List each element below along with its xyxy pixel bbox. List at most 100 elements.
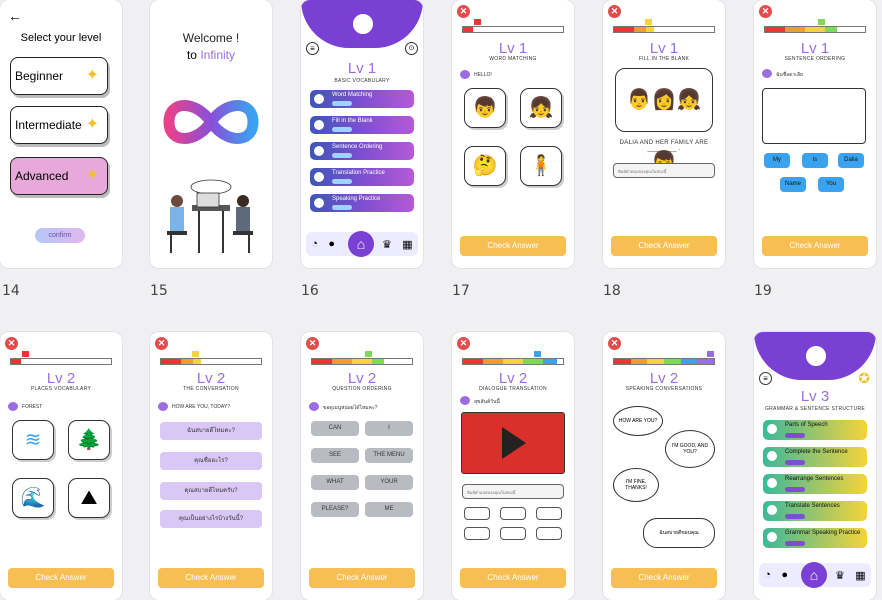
- medal-icon[interactable]: ●: [328, 238, 335, 250]
- lesson-word-matching[interactable]: Word Matching: [310, 90, 414, 108]
- lesson-translate[interactable]: Translate Sentences: [763, 501, 867, 521]
- avatar[interactable]: [351, 12, 375, 36]
- play-button[interactable]: [785, 514, 805, 519]
- avatar[interactable]: [804, 344, 828, 368]
- lesson-fill-blank[interactable]: Fill in the Blank: [310, 116, 414, 134]
- shop-icon[interactable]: ▦: [402, 238, 412, 251]
- word-slot[interactable]: [464, 507, 490, 520]
- lesson-sentence-ordering[interactable]: Sentence Ordering: [310, 142, 414, 160]
- close-icon[interactable]: ✕: [155, 337, 168, 350]
- choice-card[interactable]: ⛰: [68, 478, 110, 518]
- play-button[interactable]: [785, 487, 805, 492]
- answer-option[interactable]: คุณเป็นอย่างไรบ้างวันนี้?: [160, 510, 262, 528]
- translation-input[interactable]: พิมพ์คำแปลของคุณในช่องนี้: [462, 484, 564, 499]
- play-button[interactable]: [785, 541, 805, 546]
- speaker-icon[interactable]: [309, 402, 319, 411]
- answer-input[interactable]: พิมพ์คำตอบของคุณในช่องนี้: [613, 163, 715, 178]
- speaker-icon[interactable]: [8, 402, 18, 411]
- close-icon[interactable]: ✕: [306, 337, 319, 350]
- answer-option[interactable]: ฉันสบายดีไหมคะ?: [160, 422, 262, 440]
- shop-icon[interactable]: ▦: [855, 569, 865, 582]
- choice-card[interactable]: 🤔: [464, 146, 506, 186]
- check-answer-button[interactable]: Check Answer: [460, 236, 566, 256]
- word-chip[interactable]: CAN: [311, 421, 359, 436]
- answer-area[interactable]: [762, 88, 866, 144]
- speaker-icon[interactable]: [460, 70, 470, 79]
- check-answer-button[interactable]: Check Answer: [309, 568, 415, 588]
- word-chip[interactable]: You: [818, 177, 844, 192]
- check-answer-button[interactable]: Check Answer: [158, 568, 264, 588]
- home-icon[interactable]: ⌂: [348, 231, 374, 257]
- check-answer-button[interactable]: Check Answer: [762, 236, 868, 256]
- level-beginner-button[interactable]: Beginner ✦: [10, 57, 108, 95]
- close-icon[interactable]: ✕: [759, 5, 772, 18]
- lesson-translation[interactable]: Translation Practice: [310, 168, 414, 186]
- word-chip[interactable]: Name: [780, 177, 806, 192]
- check-answer-button[interactable]: Check Answer: [611, 568, 717, 588]
- speaker-icon[interactable]: [762, 69, 772, 78]
- choice-card[interactable]: 🌊: [12, 478, 54, 518]
- level-intermediate-button[interactable]: Intermediate ✦: [10, 106, 108, 144]
- word-chip[interactable]: My: [764, 153, 790, 168]
- choice-card[interactable]: 🌲: [68, 420, 110, 460]
- word-chip[interactable]: WHAT: [311, 475, 359, 490]
- word-chip[interactable]: is: [802, 153, 828, 168]
- lesson-grammar-speaking[interactable]: Grammar Speaking Practice: [763, 528, 867, 548]
- close-icon[interactable]: ✕: [457, 337, 470, 350]
- lesson-rearrange[interactable]: Rearrange Sentences: [763, 474, 867, 494]
- chart-icon[interactable]: ◔: [764, 569, 771, 581]
- play-button[interactable]: [332, 179, 352, 184]
- play-button[interactable]: [785, 433, 805, 438]
- back-arrow-icon[interactable]: ←: [8, 8, 22, 24]
- play-button[interactable]: [332, 153, 352, 158]
- answer-option[interactable]: คุณชื่ออะไร?: [160, 452, 262, 470]
- choice-card[interactable]: ≋: [12, 420, 54, 460]
- trophy-icon[interactable]: ♛: [835, 569, 845, 582]
- play-button[interactable]: [332, 205, 352, 210]
- settings-icon[interactable]: ≡: [759, 372, 772, 385]
- word-slot[interactable]: [500, 507, 526, 520]
- word-chip[interactable]: SEE: [311, 448, 359, 463]
- lesson-speaking[interactable]: Speaking Practice: [310, 194, 414, 212]
- word-slot[interactable]: [536, 507, 562, 520]
- word-slot[interactable]: [500, 527, 526, 540]
- cart-icon[interactable]: ⊙: [405, 42, 418, 55]
- close-icon[interactable]: ✕: [457, 5, 470, 18]
- word-chip[interactable]: I: [365, 421, 413, 436]
- video-player[interactable]: [461, 412, 565, 474]
- answer-option[interactable]: คุณสบายดีไหมครับ?: [160, 482, 262, 500]
- word-slot[interactable]: [536, 527, 562, 540]
- speech-bubble[interactable]: ฉันสบายดีขอบคุณ: [643, 518, 715, 548]
- play-button[interactable]: [785, 460, 805, 465]
- play-icon[interactable]: [502, 427, 526, 459]
- medal-icon[interactable]: ●: [781, 569, 788, 581]
- check-answer-button[interactable]: Check Answer: [8, 568, 114, 588]
- choice-card[interactable]: 🧍: [520, 146, 562, 186]
- trophy-icon[interactable]: ♛: [382, 238, 392, 251]
- word-chip[interactable]: THE MENU: [365, 448, 413, 463]
- infinity-logo: [163, 100, 259, 144]
- check-answer-button[interactable]: Check Answer: [460, 568, 566, 588]
- choice-card[interactable]: 👧: [520, 88, 562, 128]
- speaker-icon[interactable]: [460, 396, 470, 405]
- word-chip[interactable]: ME: [365, 502, 413, 517]
- word-slot[interactable]: [464, 527, 490, 540]
- lesson-complete-sentence[interactable]: Complete the Sentence: [763, 447, 867, 467]
- confirm-button[interactable]: confirm: [35, 228, 85, 243]
- level-advanced-button[interactable]: Advanced ✦: [10, 157, 108, 195]
- chart-icon[interactable]: ◔: [311, 238, 318, 250]
- speaker-icon[interactable]: [158, 402, 168, 411]
- settings-icon[interactable]: ≡: [306, 42, 319, 55]
- word-chip[interactable]: PLEASE?: [311, 502, 359, 517]
- close-icon[interactable]: ✕: [608, 337, 621, 350]
- play-button[interactable]: [332, 127, 352, 132]
- close-icon[interactable]: ✕: [608, 5, 621, 18]
- word-chip[interactable]: YOUR: [365, 475, 413, 490]
- home-icon[interactable]: ⌂: [801, 562, 827, 588]
- close-icon[interactable]: ✕: [5, 337, 18, 350]
- choice-card[interactable]: 👦: [464, 88, 506, 128]
- lesson-parts-of-speech[interactable]: Parts of Speech: [763, 420, 867, 440]
- word-chip[interactable]: Dalia: [838, 153, 864, 168]
- check-answer-button[interactable]: Check Answer: [611, 236, 717, 256]
- play-button[interactable]: [332, 101, 352, 106]
